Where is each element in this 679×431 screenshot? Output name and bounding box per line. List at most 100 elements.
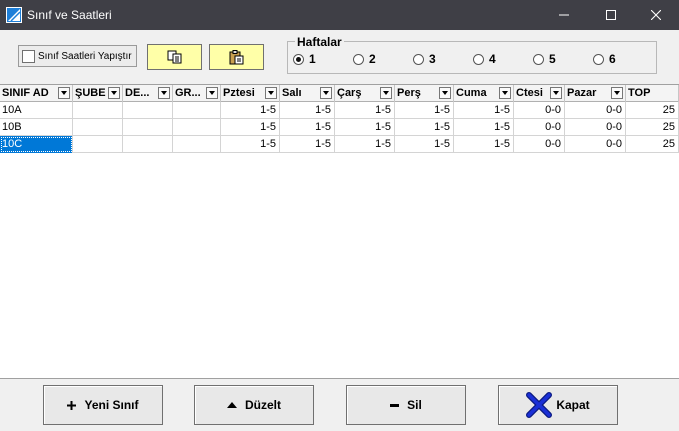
col-header-total[interactable]: TOP bbox=[626, 85, 679, 102]
radio-icon bbox=[413, 53, 424, 65]
col-header-de[interactable]: DE... bbox=[123, 85, 173, 102]
cell-class-name[interactable]: 10C bbox=[0, 136, 73, 153]
cell-friday[interactable]: 1-5 bbox=[454, 119, 514, 136]
weeks-group: Haftalar 1 2 3 4 5 6 bbox=[287, 35, 657, 74]
cell-sunday[interactable]: 0-0 bbox=[565, 119, 626, 136]
col-header-monday[interactable]: Pztesi bbox=[221, 85, 280, 102]
cell-saturday[interactable]: 0-0 bbox=[514, 102, 565, 119]
cell-tuesday[interactable]: 1-5 bbox=[280, 119, 335, 136]
col-header-gr[interactable]: GR... bbox=[173, 85, 221, 102]
cell-monday[interactable]: 1-5 bbox=[221, 119, 280, 136]
cell-friday[interactable]: 1-5 bbox=[454, 136, 514, 153]
cell-sunday[interactable]: 0-0 bbox=[565, 102, 626, 119]
filter-dropdown-icon[interactable] bbox=[611, 87, 623, 99]
cell-class-name[interactable]: 10A bbox=[0, 102, 73, 119]
cell-wednesday[interactable]: 1-5 bbox=[335, 102, 395, 119]
close-x-icon bbox=[526, 392, 553, 418]
minimize-icon bbox=[559, 14, 569, 16]
edit-label: Düzelt bbox=[245, 398, 281, 412]
filter-dropdown-icon[interactable] bbox=[380, 87, 392, 99]
cell-total[interactable]: 25 bbox=[626, 119, 679, 136]
cell-total[interactable]: 25 bbox=[626, 136, 679, 153]
cell-branch[interactable] bbox=[73, 119, 123, 136]
cell-sunday[interactable]: 0-0 bbox=[565, 136, 626, 153]
cell-de[interactable] bbox=[123, 102, 173, 119]
cell-total[interactable]: 25 bbox=[626, 102, 679, 119]
filter-dropdown-icon[interactable] bbox=[550, 87, 562, 99]
filter-dropdown-icon[interactable] bbox=[58, 87, 70, 99]
close-window-button[interactable] bbox=[633, 0, 679, 30]
new-class-button[interactable]: Yeni Sınıf bbox=[43, 385, 163, 425]
copy-button[interactable] bbox=[147, 44, 202, 70]
cell-saturday[interactable]: 0-0 bbox=[514, 136, 565, 153]
filter-dropdown-icon[interactable] bbox=[265, 87, 277, 99]
cell-class-name[interactable]: 10B bbox=[0, 119, 73, 136]
col-header-sunday[interactable]: Pazar bbox=[565, 85, 626, 102]
radio-selected-icon bbox=[293, 53, 304, 65]
maximize-icon bbox=[606, 10, 616, 20]
triangle-up-icon bbox=[227, 402, 237, 408]
cell-monday[interactable]: 1-5 bbox=[221, 136, 280, 153]
week-radio-label: 1 bbox=[309, 52, 316, 66]
copy-icon bbox=[167, 50, 181, 64]
cell-wednesday[interactable]: 1-5 bbox=[335, 119, 395, 136]
cell-tuesday[interactable]: 1-5 bbox=[280, 102, 335, 119]
table-row-selected[interactable]: 10C 1-5 1-5 1-5 1-5 1-5 0-0 0-0 25 bbox=[0, 136, 679, 153]
paste-class-hours-button[interactable]: Sınıf Saatleri Yapıştır bbox=[18, 45, 137, 67]
edit-button[interactable]: Düzelt bbox=[194, 385, 314, 425]
cell-gr[interactable] bbox=[173, 119, 221, 136]
col-header-branch[interactable]: ŞUBE bbox=[73, 85, 123, 102]
cell-monday[interactable]: 1-5 bbox=[221, 102, 280, 119]
title-bar: Sınıf ve Saatleri bbox=[0, 0, 679, 30]
delete-label: Sil bbox=[407, 398, 422, 412]
close-label: Kapat bbox=[556, 398, 590, 412]
new-class-label: Yeni Sınıf bbox=[84, 398, 139, 412]
cell-tuesday[interactable]: 1-5 bbox=[280, 136, 335, 153]
col-header-tuesday[interactable]: Salı bbox=[280, 85, 335, 102]
close-button[interactable]: Kapat bbox=[498, 385, 618, 425]
col-header-wednesday[interactable]: Çarş bbox=[335, 85, 395, 102]
cell-branch[interactable] bbox=[73, 136, 123, 153]
grid-header: SINIF AD ŞUBE DE... GR... Pztesi Salı Ça… bbox=[0, 85, 679, 102]
week-radio-5[interactable]: 5 bbox=[533, 52, 556, 66]
cell-thursday[interactable]: 1-5 bbox=[395, 102, 454, 119]
bottom-bar: Yeni Sınıf Düzelt Sil Kapat bbox=[0, 378, 679, 431]
table-row[interactable]: 10A 1-5 1-5 1-5 1-5 1-5 0-0 0-0 25 bbox=[0, 102, 679, 119]
table-row[interactable]: 10B 1-5 1-5 1-5 1-5 1-5 0-0 0-0 25 bbox=[0, 119, 679, 136]
plus-icon bbox=[67, 400, 77, 410]
filter-dropdown-icon[interactable] bbox=[499, 87, 511, 99]
week-radio-6[interactable]: 6 bbox=[593, 52, 616, 66]
minimize-button[interactable] bbox=[541, 0, 587, 30]
maximize-button[interactable] bbox=[588, 0, 634, 30]
paste-button[interactable] bbox=[209, 44, 264, 70]
cell-wednesday[interactable]: 1-5 bbox=[335, 136, 395, 153]
cell-saturday[interactable]: 0-0 bbox=[514, 119, 565, 136]
col-header-thursday[interactable]: Perş bbox=[395, 85, 454, 102]
col-header-saturday[interactable]: Ctesi bbox=[514, 85, 565, 102]
week-radio-3[interactable]: 3 bbox=[413, 52, 436, 66]
week-radio-1[interactable]: 1 bbox=[293, 52, 316, 66]
filter-dropdown-icon[interactable] bbox=[206, 87, 218, 99]
col-header-class-name[interactable]: SINIF AD bbox=[0, 85, 73, 102]
cell-branch[interactable] bbox=[73, 102, 123, 119]
week-radio-4[interactable]: 4 bbox=[473, 52, 496, 66]
paste-checkbox[interactable] bbox=[22, 49, 35, 63]
filter-dropdown-icon[interactable] bbox=[158, 87, 170, 99]
cell-de[interactable] bbox=[123, 136, 173, 153]
paste-class-hours-label: Sınıf Saatleri Yapıştır bbox=[38, 50, 132, 62]
col-header-friday[interactable]: Cuma bbox=[454, 85, 514, 102]
week-radio-2[interactable]: 2 bbox=[353, 52, 376, 66]
cell-friday[interactable]: 1-5 bbox=[454, 102, 514, 119]
filter-dropdown-icon[interactable] bbox=[439, 87, 451, 99]
radio-icon bbox=[533, 53, 544, 65]
filter-dropdown-icon[interactable] bbox=[108, 87, 120, 99]
cell-thursday[interactable]: 1-5 bbox=[395, 136, 454, 153]
filter-dropdown-icon[interactable] bbox=[320, 87, 332, 99]
delete-button[interactable]: Sil bbox=[346, 385, 466, 425]
cell-thursday[interactable]: 1-5 bbox=[395, 119, 454, 136]
class-grid[interactable]: SINIF AD ŞUBE DE... GR... Pztesi Salı Ça… bbox=[0, 84, 679, 378]
cell-gr[interactable] bbox=[173, 136, 221, 153]
cell-de[interactable] bbox=[123, 119, 173, 136]
week-radio-label: 3 bbox=[429, 52, 436, 66]
cell-gr[interactable] bbox=[173, 102, 221, 119]
